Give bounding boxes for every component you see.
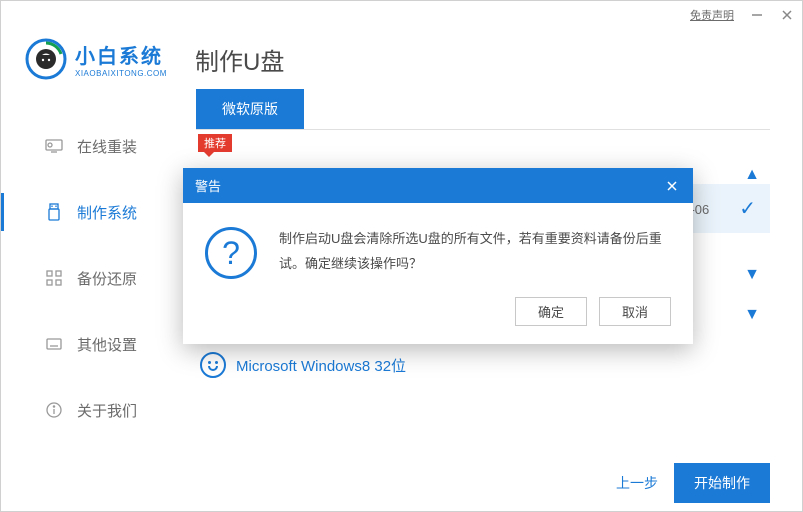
- tab-ms-original[interactable]: 微软原版: [196, 89, 304, 129]
- os-face-icon: [200, 352, 226, 378]
- app-window: 免责声明 小白系统 XIAOBAIXITONG.COM 制作U盘: [0, 0, 803, 512]
- settings-icon: [45, 335, 63, 353]
- sidebar-item-label: 在线重装: [77, 136, 137, 157]
- minimize-icon[interactable]: [750, 8, 764, 22]
- brand-name: 小白系统: [75, 40, 167, 69]
- question-icon: ?: [205, 227, 257, 279]
- sidebar: 在线重装 制作系统 备份还原 其他设置: [1, 89, 196, 455]
- sidebar-item-label: 其他设置: [77, 334, 137, 355]
- chevron-up-icon[interactable]: ▲: [744, 166, 760, 184]
- dialog-title: 警告: [195, 176, 221, 195]
- titlebar: 免责声明: [1, 1, 802, 29]
- tabs: 微软原版: [196, 89, 770, 129]
- chevron-down-icon[interactable]: ▼: [744, 266, 760, 284]
- brand-url: XIAOBAIXITONG.COM: [75, 69, 167, 78]
- close-icon[interactable]: [663, 177, 681, 195]
- logo-icon: [25, 38, 67, 80]
- sidebar-item-label: 制作系统: [77, 202, 137, 223]
- chevron-down-icon[interactable]: ▼: [744, 306, 760, 324]
- logo: 小白系统 XIAOBAIXITONG.COM: [25, 38, 195, 80]
- info-icon: [45, 401, 63, 419]
- disclaimer-link[interactable]: 免责声明: [690, 7, 734, 23]
- sidebar-item-about[interactable]: 关于我们: [1, 377, 196, 443]
- header: 小白系统 XIAOBAIXITONG.COM 制作U盘: [1, 29, 802, 89]
- prev-button[interactable]: 上一步: [616, 473, 658, 493]
- sidebar-item-backup-restore[interactable]: 备份还原: [1, 245, 196, 311]
- check-icon: ✓: [739, 196, 756, 221]
- footer: 上一步 开始制作: [196, 455, 802, 511]
- os-name: Microsoft Windows8 32位: [236, 355, 760, 376]
- sidebar-item-label: 备份还原: [77, 268, 137, 289]
- start-button[interactable]: 开始制作: [674, 463, 770, 503]
- sidebar-item-online-reinstall[interactable]: 在线重装: [1, 113, 196, 179]
- close-icon[interactable]: [780, 8, 794, 22]
- sidebar-item-label: 关于我们: [77, 400, 137, 421]
- recommend-badge: 推荐: [198, 134, 232, 152]
- grid-icon: [45, 269, 63, 287]
- warning-dialog: 警告 ? 制作启动U盘会清除所选U盘的所有文件，若有重要资料请备份后重试。确定继…: [183, 168, 693, 344]
- page-title: 制作U盘: [195, 42, 284, 77]
- dialog-message: 制作启动U盘会清除所选U盘的所有文件，若有重要资料请备份后重试。确定继续该操作吗…: [279, 227, 671, 279]
- sidebar-item-make-system[interactable]: 制作系统: [1, 179, 196, 245]
- sidebar-item-other-settings[interactable]: 其他设置: [1, 311, 196, 377]
- os-row-win8-32[interactable]: Microsoft Windows8 32位: [196, 340, 770, 390]
- dialog-titlebar: 警告: [183, 168, 693, 203]
- usb-icon: [45, 203, 63, 221]
- ok-button[interactable]: 确定: [515, 297, 587, 326]
- cancel-button[interactable]: 取消: [599, 297, 671, 326]
- monitor-icon: [45, 137, 63, 155]
